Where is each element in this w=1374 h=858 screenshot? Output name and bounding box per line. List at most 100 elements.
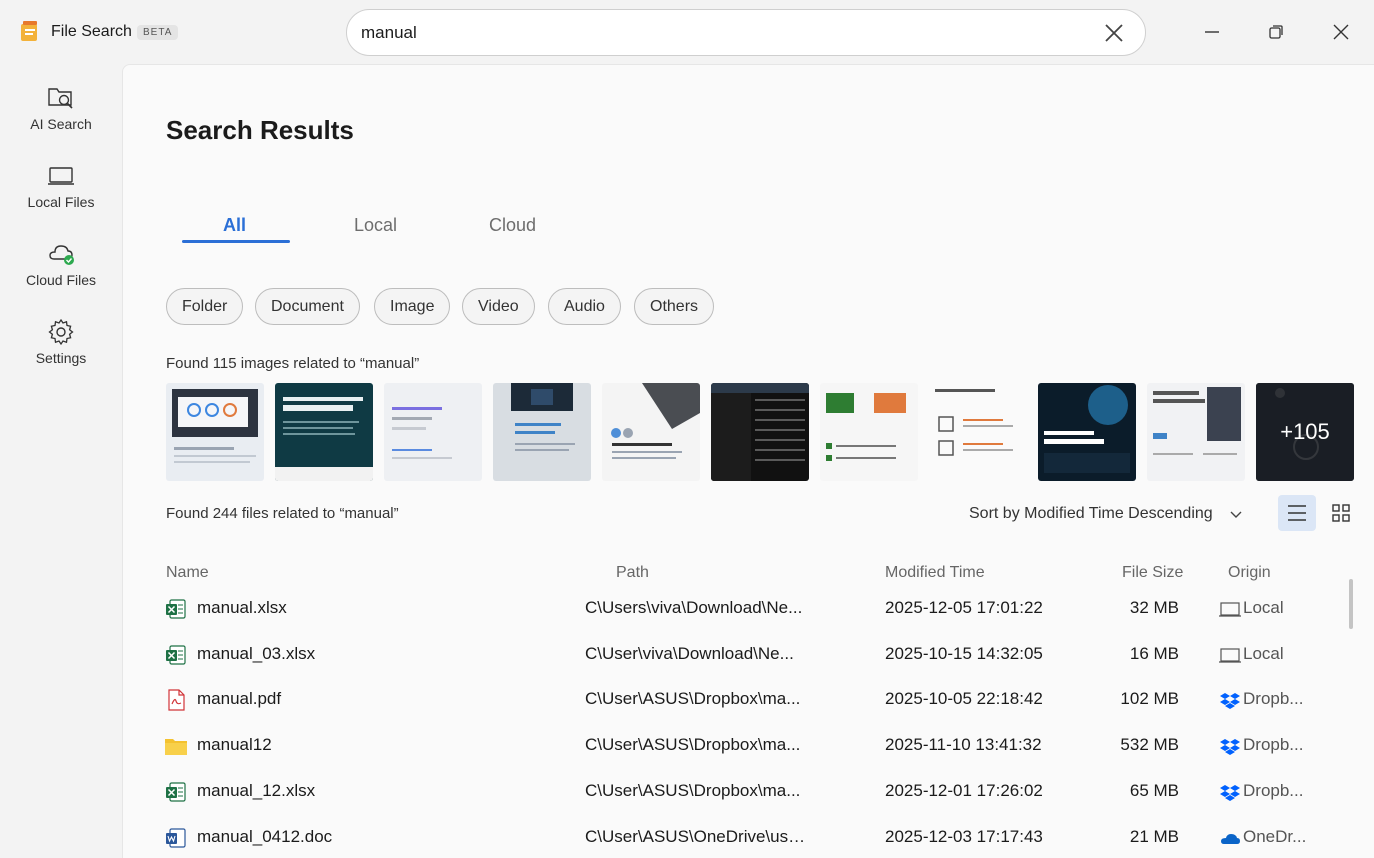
filter-video[interactable]: Video	[462, 288, 535, 325]
tab-local[interactable]: Local	[354, 215, 397, 236]
image-thumbnail[interactable]	[711, 383, 809, 481]
image-thumbnail-more[interactable]: +105	[1256, 383, 1354, 481]
file-origin: OneDr...	[1243, 827, 1307, 846]
table-row[interactable]: manual_0412.doc C\User\ASUS\OneDrive\use…	[163, 815, 1343, 858]
file-origin: Dropb...	[1243, 735, 1304, 754]
file-path: C\User\ASUS\Dropbox\ma...	[585, 735, 801, 754]
sidebar-item-local-files[interactable]: Local Files	[0, 162, 122, 232]
tab-all[interactable]: All	[223, 215, 246, 236]
sidebar-item-settings[interactable]: Settings	[0, 318, 122, 388]
file-modified-time: 2025-12-01 17:26:02	[885, 781, 1043, 800]
table-row[interactable]: manual_12.xlsx C\User\ASUS\Dropbox\ma...…	[163, 769, 1343, 815]
dropbox-icon	[1220, 739, 1240, 755]
sort-dropdown[interactable]: Sort by Modified Time Descending	[969, 505, 1213, 523]
column-header-modified-time[interactable]: Modified Time	[885, 564, 985, 582]
filter-document[interactable]: Document	[255, 288, 360, 325]
onedrive-icon	[1221, 834, 1240, 844]
filter-others[interactable]: Others	[634, 288, 715, 325]
image-thumbnail[interactable]	[602, 383, 700, 481]
search-box[interactable]	[346, 9, 1146, 56]
list-view-button[interactable]	[1278, 495, 1316, 531]
sidebar-item-label: AI Search	[30, 116, 92, 132]
column-header-origin[interactable]: Origin	[1228, 564, 1271, 582]
file-path: C\User\ASUS\Dropbox\ma...	[585, 689, 801, 708]
laptop-icon	[1219, 648, 1241, 663]
image-thumbnail[interactable]	[166, 383, 264, 481]
list-icon	[1288, 505, 1306, 521]
column-header-path[interactable]: Path	[616, 564, 649, 582]
beta-badge: BETA	[137, 25, 179, 40]
column-header-name[interactable]: Name	[166, 564, 209, 582]
tab-cloud[interactable]: Cloud	[489, 215, 536, 236]
laptop-icon	[48, 167, 74, 185]
file-size: 65 MB	[1129, 781, 1179, 800]
image-thumbnail[interactable]	[384, 383, 482, 481]
file-name: manual_12.xlsx	[197, 781, 316, 800]
file-size: 32 MB	[1129, 598, 1179, 617]
main-content: Search Results All Local Cloud Folder Do…	[122, 64, 1374, 858]
file-path: C\User\ASUS\OneDrive\use...	[585, 827, 807, 846]
sidebar-item-label: Cloud Files	[25, 272, 97, 288]
scrollbar[interactable]	[1349, 579, 1353, 629]
file-path: C\User\viva\Download\Ne...	[585, 644, 794, 663]
image-thumbnails: +105	[166, 383, 1356, 481]
table-row[interactable]: manual12 C\User\ASUS\Dropbox\ma... 2025-…	[163, 723, 1343, 769]
search-input[interactable]	[361, 21, 1061, 45]
image-thumbnail[interactable]	[929, 383, 1027, 481]
file-size: 532 MB	[1120, 735, 1179, 754]
excel-icon	[166, 782, 186, 802]
file-name: manual_03.xlsx	[197, 644, 316, 663]
restore-icon[interactable]	[1262, 18, 1290, 46]
files-found-text: Found 244 files related to “manual”	[166, 505, 399, 522]
image-thumbnail[interactable]	[820, 383, 918, 481]
app-title: File Search	[51, 23, 132, 40]
file-modified-time: 2025-12-03 17:17:43	[885, 827, 1043, 846]
filter-image[interactable]: Image	[374, 288, 451, 325]
file-origin: Dropb...	[1243, 781, 1304, 800]
image-thumbnail[interactable]	[1147, 383, 1245, 481]
dropbox-icon	[1220, 785, 1240, 801]
column-header-file-size[interactable]: File Size	[1122, 564, 1183, 582]
table-row[interactable]: manual_03.xlsx C\User\viva\Download\Ne..…	[163, 632, 1343, 678]
chevron-down-icon[interactable]	[1229, 507, 1243, 521]
sidebar: AI Search Local Files Cloud Files Settin…	[0, 64, 122, 858]
file-size: 16 MB	[1129, 644, 1179, 663]
pdf-icon	[168, 689, 185, 711]
cloud-check-icon	[49, 245, 74, 265]
file-path: C\User\ASUS\Dropbox\ma...	[585, 781, 801, 800]
file-name: manual.pdf	[197, 689, 282, 708]
file-origin: Local	[1243, 598, 1284, 617]
file-modified-time: 2025-10-15 14:32:05	[885, 644, 1043, 663]
page-title: Search Results	[166, 115, 354, 145]
file-modified-time: 2025-10-05 22:18:42	[885, 689, 1043, 708]
table-row[interactable]: manual.pdf C\User\ASUS\Dropbox\ma... 202…	[163, 677, 1343, 723]
gear-icon	[48, 318, 74, 346]
image-thumbnail[interactable]	[493, 383, 591, 481]
filter-folder[interactable]: Folder	[166, 288, 244, 325]
excel-icon	[166, 645, 186, 665]
grid-icon	[1332, 504, 1350, 522]
title-bar: File Search BETA	[0, 0, 1374, 64]
file-origin: Dropb...	[1243, 689, 1304, 708]
filter-audio[interactable]: Audio	[548, 288, 621, 325]
file-origin: Local	[1243, 644, 1284, 663]
minimize-icon[interactable]	[1198, 18, 1226, 46]
close-window-icon[interactable]	[1327, 18, 1355, 46]
file-modified-time: 2025-12-05 17:01:22	[885, 598, 1043, 617]
file-size: 21 MB	[1129, 827, 1179, 846]
app-logo-icon	[21, 21, 37, 41]
close-icon[interactable]	[1103, 22, 1125, 44]
image-thumbnail[interactable]	[1038, 383, 1136, 481]
word-icon	[166, 828, 186, 848]
sidebar-item-label: Settings	[35, 350, 87, 366]
sidebar-item-ai-search[interactable]: AI Search	[0, 84, 122, 154]
sidebar-item-label: Local Files	[27, 194, 95, 210]
tab-underline	[182, 240, 290, 243]
file-name: manual.xlsx	[197, 598, 287, 617]
images-found-text: Found 115 images related to “manual”	[166, 355, 420, 372]
image-thumbnail[interactable]	[275, 383, 373, 481]
laptop-icon	[1219, 602, 1241, 617]
grid-view-button[interactable]	[1323, 495, 1359, 531]
sidebar-item-cloud-files[interactable]: Cloud Files	[0, 240, 122, 310]
table-row[interactable]: manual.xlsx C\Users\viva\Download\Ne... …	[163, 586, 1343, 632]
